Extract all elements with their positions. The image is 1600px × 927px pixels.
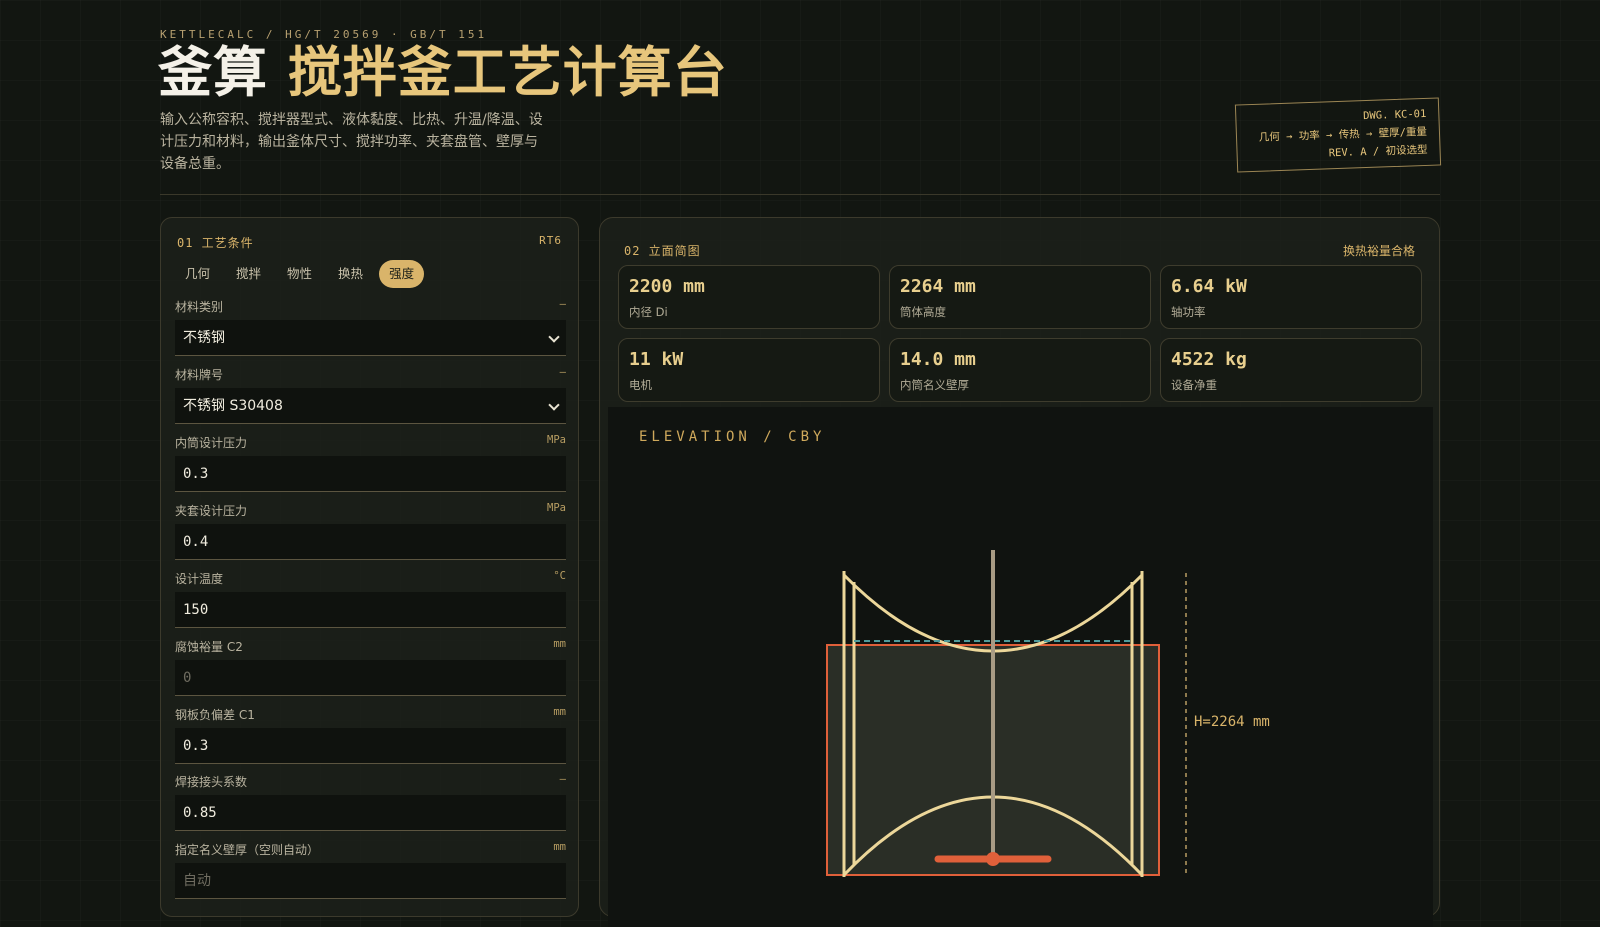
- select-value: 不锈钢: [183, 330, 225, 346]
- panel-badge: RT6: [539, 234, 562, 247]
- stat-value: 6.64 kW: [1171, 276, 1247, 297]
- status-badge: 换热裕量合格: [1342, 244, 1415, 258]
- tab-geometry[interactable]: 几何: [175, 260, 220, 288]
- vessel-elevation-svg: H=2264 mm: [826, 550, 1270, 877]
- corrosion-allowance-input[interactable]: 0: [175, 660, 566, 696]
- stat-value: 14.0 mm: [900, 349, 976, 370]
- stat-value: 2200 mm: [629, 276, 705, 297]
- stat-card-wall-thickness: 14.0 mm 内筒名义壁厚: [889, 338, 1151, 402]
- title-main: 釜算: [158, 41, 268, 104]
- field-unit: °C: [553, 570, 566, 582]
- stat-card-motor: 11 kW 电机: [618, 338, 880, 402]
- stat-card-net-weight: 4522 kg 设备净重: [1160, 338, 1422, 402]
- tab-agitation[interactable]: 搅拌: [226, 260, 271, 288]
- field-unit: mm: [553, 841, 566, 853]
- field-label: 腐蚀裕量 C2: [175, 640, 243, 654]
- page-title: 釜算 搅拌釜工艺计算台: [158, 40, 728, 106]
- jacket-pressure-input[interactable]: 0.4: [175, 524, 566, 560]
- material-category-select[interactable]: 不锈钢: [175, 320, 566, 356]
- stat-card-shell-height: 2264 mm 筒体高度: [889, 265, 1151, 329]
- design-temperature-input[interactable]: 150: [175, 592, 566, 628]
- tab-bar: 几何 搅拌 物性 换热 强度: [175, 260, 425, 288]
- field-label: 指定名义壁厚（空则自动）: [175, 843, 320, 857]
- impeller-hub: [986, 852, 1000, 866]
- stat-label: 筒体高度: [900, 305, 946, 319]
- panel-title: 01 工艺条件: [177, 236, 254, 250]
- field-unit: —: [559, 366, 566, 378]
- field-label: 内筒设计压力: [175, 436, 248, 450]
- field-label: 夹套设计压力: [175, 504, 248, 518]
- material-grade-select[interactable]: 不锈钢 S30408: [175, 388, 566, 424]
- nominal-thickness-input[interactable]: 自动: [175, 863, 566, 899]
- stat-label: 内径 Di: [629, 305, 668, 319]
- inner-pressure-input[interactable]: 0.3: [175, 456, 566, 492]
- title-accent: 搅拌釜工艺计算台: [287, 41, 728, 104]
- stat-value: 4522 kg: [1171, 349, 1247, 370]
- stat-value: 11 kW: [629, 349, 684, 370]
- field-label: 钢板负偏差 C1: [175, 708, 255, 722]
- stat-value: 2264 mm: [900, 276, 976, 297]
- select-value: 不锈钢 S30408: [183, 398, 283, 414]
- elevation-panel: 02 立面简图 换热裕量合格 2200 mm 内径 Di 2264 mm 筒体高…: [599, 217, 1440, 927]
- tab-properties[interactable]: 物性: [277, 260, 322, 288]
- tab-heat-transfer[interactable]: 换热: [328, 260, 373, 288]
- field-unit: —: [559, 298, 566, 310]
- field-label: 材料类别: [175, 300, 224, 314]
- panel-title: 02 立面简图: [624, 244, 701, 258]
- field-unit: mm: [553, 638, 566, 650]
- weld-joint-factor-input[interactable]: 0.85: [175, 795, 566, 831]
- field-unit: MPa: [547, 434, 566, 446]
- plate-tolerance-input[interactable]: 0.3: [175, 728, 566, 764]
- field-label: 材料牌号: [175, 368, 224, 382]
- drawing-stamp: DWG. KC-01 几何 → 功率 → 传热 → 壁厚/重量 REV. A /…: [1234, 97, 1442, 173]
- field-unit: —: [559, 773, 566, 785]
- height-annotation: H=2264 mm: [1194, 714, 1270, 730]
- stat-label: 轴功率: [1171, 305, 1206, 319]
- field-unit: MPa: [547, 502, 566, 514]
- header-divider: [160, 194, 1440, 195]
- chevron-down-icon: [548, 331, 560, 343]
- field-unit: mm: [553, 706, 566, 718]
- stat-card-inner-diameter: 2200 mm 内径 Di: [618, 265, 880, 329]
- page-subtitle: 输入公称容积、搅拌器型式、液体黏度、比热、升温/降温、设计压力和材料，输出釜体尺…: [160, 112, 543, 172]
- stat-label: 电机: [629, 378, 652, 392]
- stat-label: 设备净重: [1171, 378, 1217, 392]
- elevation-drawing: ELEVATION / CBY H=2264 mm: [608, 407, 1433, 927]
- field-label: 焊接接头系数: [175, 775, 248, 789]
- stat-card-shaft-power: 6.64 kW 轴功率: [1160, 265, 1422, 329]
- tab-strength[interactable]: 强度: [379, 260, 425, 288]
- field-label: 设计温度: [175, 572, 224, 586]
- stat-label: 内筒名义壁厚: [900, 378, 969, 392]
- chevron-down-icon: [548, 399, 560, 411]
- process-conditions-panel: 01 工艺条件 RT6 几何 搅拌 物性 换热 强度 材料类别 — 不锈钢 材料…: [160, 217, 579, 917]
